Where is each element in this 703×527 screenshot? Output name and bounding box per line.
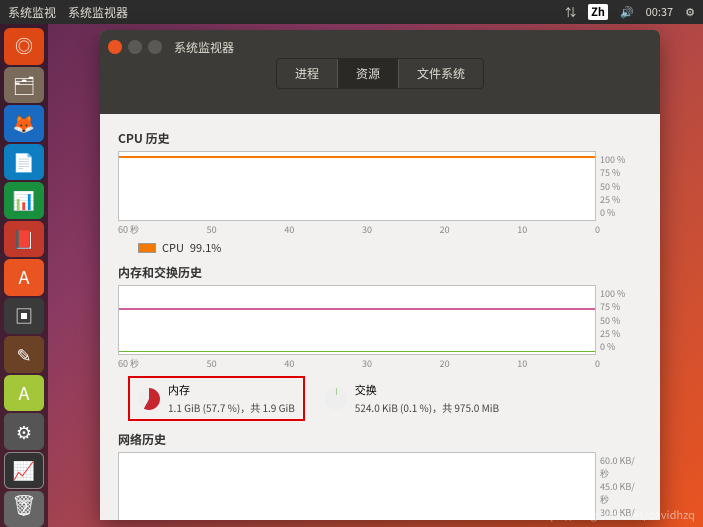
memory-label: 内存	[168, 382, 295, 398]
ime-indicator[interactable]: Zh	[588, 4, 608, 20]
memory-value: 1.1 GiB (57.7 %)，共 1.9 GiB	[168, 400, 295, 415]
launcher-files-icon[interactable]: 🗂	[4, 67, 44, 104]
menubar-app-name[interactable]: 系统监视	[8, 4, 56, 21]
swap-value: 524.0 KiB (0.1 %)，共 975.0 MiB	[355, 400, 499, 415]
cpu-x-axis: 60 秒50403020100	[118, 223, 600, 236]
swap-stat: 交换 524.0 KiB (0.1 %)，共 975.0 MiB	[325, 376, 499, 421]
cpu-legend-value: 99.1%	[190, 240, 222, 256]
launcher-dash-icon[interactable]: ◎	[4, 28, 44, 65]
launcher-gedit-icon[interactable]: ✎	[4, 336, 44, 373]
tab-processes[interactable]: 进程	[277, 59, 337, 88]
tab-bar: 进程 资源 文件系统	[276, 58, 484, 89]
cpu-legend-label: CPU	[162, 240, 184, 256]
swap-pie-icon	[325, 388, 347, 410]
cpu-legend: CPU 99.1%	[138, 240, 642, 256]
unity-launcher: ◎ 🗂 🦊 📄 📊 📕 A ▣ ✎ A ⚙ 📈 ? 🗑	[0, 24, 48, 527]
memory-x-axis: 60 秒50403020100	[118, 357, 600, 370]
volume-icon[interactable]: 🔊	[620, 4, 634, 20]
tab-resources[interactable]: 资源	[337, 59, 399, 88]
system-monitor-window: 系统监视器 进程 资源 文件系统 CPU 历史 100 %75 %50 %25 …	[100, 30, 660, 520]
memory-chart	[118, 285, 596, 355]
launcher-updater-icon[interactable]: A	[4, 375, 44, 412]
launcher-software-icon[interactable]: A	[4, 259, 44, 296]
swap-label: 交换	[355, 382, 499, 398]
menubar-window-title[interactable]: 系统监视器	[68, 4, 128, 21]
memory-stat-highlighted: 内存 1.1 GiB (57.7 %)，共 1.9 GiB	[128, 376, 305, 421]
launcher-trash-icon[interactable]: 🗑	[4, 483, 44, 523]
launcher-firefox-icon[interactable]: 🦊	[4, 105, 44, 142]
window-minimize-button[interactable]	[128, 40, 142, 54]
memory-section-title: 内存和交换历史	[118, 264, 642, 281]
gear-icon[interactable]: ⚙	[685, 4, 695, 20]
watermark: https://blog.csdn.net/davidhzq	[536, 507, 696, 523]
resources-pane: CPU 历史 100 %75 %50 %25 %0 % 60 秒50403020…	[100, 114, 660, 520]
network-indicator-icon[interactable]: ⇅	[565, 4, 576, 20]
network-chart	[118, 452, 596, 520]
launcher-settings-icon[interactable]: ⚙	[4, 413, 44, 450]
cpu-chart	[118, 151, 596, 221]
memory-y-axis: 100 %75 %50 %25 %0 %	[600, 285, 642, 355]
window-title: 系统监视器	[174, 39, 234, 56]
clock[interactable]: 00:37	[646, 4, 673, 20]
cpu-legend-swatch	[138, 243, 156, 253]
network-section-title: 网络历史	[118, 431, 642, 448]
top-menubar: 系统监视 系统监视器 ⇅ Zh 🔊 00:37 ⚙	[0, 0, 703, 24]
tab-filesystems[interactable]: 文件系统	[399, 59, 483, 88]
launcher-calc-icon[interactable]: 📊	[4, 182, 44, 219]
launcher-writer-icon[interactable]: 📄	[4, 144, 44, 181]
window-close-button[interactable]	[108, 40, 122, 54]
window-maximize-button[interactable]	[148, 40, 162, 54]
launcher-terminal-icon[interactable]: ▣	[4, 298, 44, 335]
cpu-y-axis: 100 %75 %50 %25 %0 %	[600, 151, 642, 221]
launcher-impress-icon[interactable]: 📕	[4, 221, 44, 258]
memory-pie-icon	[138, 388, 160, 410]
cpu-section-title: CPU 历史	[118, 130, 642, 147]
